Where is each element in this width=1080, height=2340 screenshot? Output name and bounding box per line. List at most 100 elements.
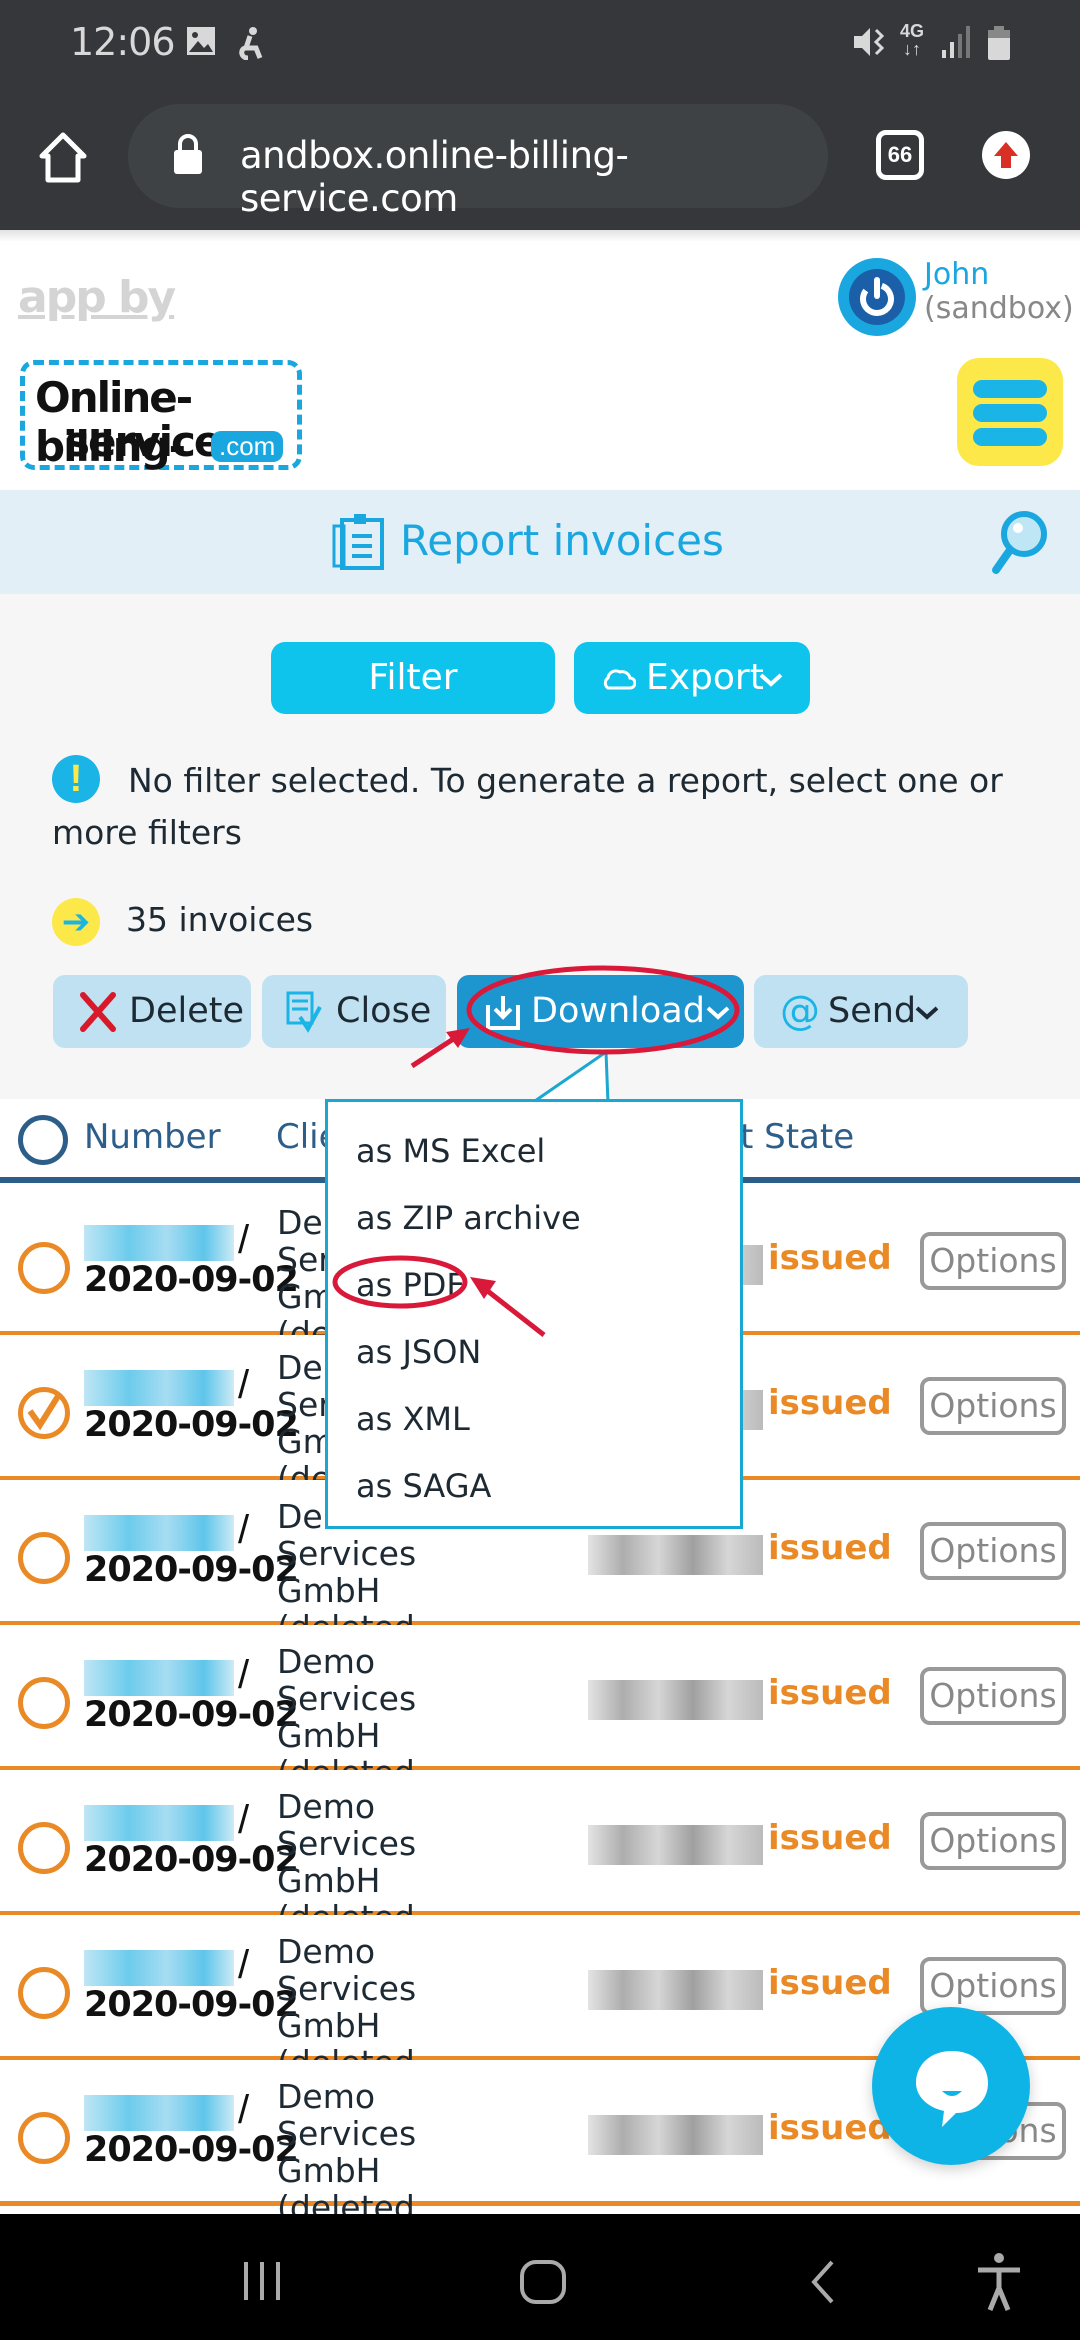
select-all-checkbox[interactable] [18, 1115, 68, 1165]
home-icon[interactable] [38, 132, 88, 184]
table-row[interactable]: / 2020-09-02 Demo Services GmbH (deleted… [0, 1770, 1080, 1973]
url-bar[interactable]: andbox.online-billing-service.com [128, 104, 828, 220]
mute-vibrate-icon [854, 28, 885, 56]
invoice-date: 2020-09-02 [84, 1260, 299, 1300]
invoice-number-redacted[interactable] [84, 1805, 234, 1841]
status-bar: 12:06 4G ↓↑ [0, 0, 1080, 86]
download-button[interactable]: Download [457, 975, 744, 1048]
arrow-up-icon [994, 142, 1018, 168]
app-by-label: app by [18, 272, 176, 323]
invoice-number-redacted[interactable] [84, 1370, 234, 1406]
row-select-checkbox[interactable] [18, 1822, 70, 1874]
row-options-button[interactable]: Options [920, 1667, 1066, 1725]
invoice-number-redacted[interactable] [84, 1950, 234, 1986]
number-separator: / [238, 1508, 250, 1552]
android-nav-bar [0, 2214, 1080, 2340]
download-label: Download [531, 991, 705, 1031]
export-button[interactable]: Export [574, 642, 810, 714]
close-label: Close [336, 991, 432, 1031]
row-select-checkbox[interactable] [18, 1967, 70, 2019]
home-nav-icon[interactable] [518, 2258, 568, 2306]
invoice-number-redacted[interactable] [84, 1225, 234, 1261]
row-select-checkbox[interactable] [18, 1677, 70, 1729]
browser-toolbar: andbox.online-billing-service.com 66 [0, 86, 1080, 230]
user-environment: (sandbox) [924, 291, 1074, 326]
search-icon[interactable] [990, 510, 1050, 576]
number-separator: / [238, 2088, 250, 2132]
invoice-count: 35 invoices [126, 900, 314, 939]
download-as-xml[interactable]: as XML [356, 1400, 470, 1438]
tab-switcher-button[interactable]: 66 [876, 130, 924, 180]
power-icon [849, 269, 905, 325]
row-select-checkbox[interactable] [18, 1242, 70, 1294]
update-button[interactable] [982, 131, 1030, 179]
check-icon [27, 1391, 63, 1431]
menu-bar-icon [973, 380, 1047, 398]
row-select-checkbox[interactable] [18, 2112, 70, 2164]
invoice-date: 2020-09-02 [84, 1550, 299, 1590]
chat-button[interactable] [872, 2007, 1030, 2165]
delete-button[interactable]: Delete [53, 975, 251, 1048]
download-as-excel[interactable]: as MS Excel [356, 1132, 545, 1170]
back-icon[interactable] [808, 2258, 838, 2306]
lock-icon [174, 134, 202, 174]
column-header-number[interactable]: Number [84, 1117, 221, 1157]
menu-bar-icon [973, 428, 1047, 446]
number-separator: / [238, 1218, 250, 1262]
dropdown-pointer [531, 1050, 610, 1105]
clipboard-icon [332, 514, 384, 570]
filter-button[interactable]: Filter [271, 642, 555, 714]
number-separator: / [238, 1653, 250, 1697]
row-options-button[interactable]: Options [920, 1232, 1066, 1290]
download-dropdown-menu: as MS Excel as ZIP archive as PDF as JSO… [325, 1099, 743, 1529]
send-label: Send [828, 991, 917, 1031]
invoice-state: issued [768, 1673, 892, 1713]
row-select-checkbox[interactable] [18, 1532, 70, 1584]
download-as-pdf[interactable]: as PDF [356, 1266, 465, 1304]
url-text[interactable]: andbox.online-billing-service.com [240, 134, 828, 220]
export-label: Export [646, 657, 764, 698]
user-avatar[interactable] [838, 258, 916, 336]
chat-bubble-icon [916, 2051, 988, 2127]
user-name[interactable]: John [924, 258, 989, 292]
x-icon [80, 992, 116, 1032]
number-separator: / [238, 1943, 250, 1987]
row-options-button[interactable]: Options [920, 1522, 1066, 1580]
invoice-date: 2020-09-02 [84, 2130, 299, 2170]
row-options-button[interactable]: Options [920, 1377, 1066, 1435]
logo-line-2: service [65, 417, 222, 466]
chevron-down-icon [759, 673, 783, 687]
row-options-button[interactable]: Options [920, 1957, 1066, 2015]
download-as-zip[interactable]: as ZIP archive [356, 1199, 581, 1237]
invoice-date: 2020-09-02 [84, 1695, 299, 1735]
accessibility-icon[interactable] [974, 2252, 1024, 2312]
invoice-number-redacted[interactable] [84, 1515, 234, 1551]
column-header-state[interactable]: t State [740, 1117, 854, 1157]
invoice-amount-redacted [588, 1970, 763, 2010]
signal-icon [942, 26, 970, 58]
recent-apps-icon[interactable] [240, 2258, 286, 2304]
download-as-saga[interactable]: as SAGA [356, 1467, 491, 1505]
invoice-number-redacted[interactable] [84, 2095, 234, 2131]
close-button[interactable]: Close [262, 975, 446, 1048]
row-options-button[interactable]: Options [920, 1812, 1066, 1870]
invoice-state: issued [768, 1818, 892, 1858]
app-logo[interactable]: Online-billing- service .com [20, 360, 302, 471]
close-invoice-icon [286, 991, 322, 1033]
hamburger-menu-button[interactable] [957, 358, 1063, 466]
invoice-number-redacted[interactable] [84, 1660, 234, 1696]
battery-icon [988, 26, 1010, 60]
status-time: 12:06 [70, 20, 176, 64]
invoice-date: 2020-09-02 [84, 1405, 299, 1445]
table-row[interactable]: / 2020-09-02 Demo Services GmbH (deleted… [0, 1625, 1080, 1828]
invoice-state: issued [768, 1963, 892, 2003]
invoice-state: issued [768, 2108, 892, 2148]
page-title: Report invoices [400, 516, 724, 565]
accessibility-service-icon [239, 27, 263, 60]
invoice-state: issued [768, 1528, 892, 1568]
download-as-json[interactable]: as JSON [356, 1333, 481, 1371]
notice-text: No filter selected. To generate a report… [52, 755, 1052, 859]
arrow-right-icon: ➔ [52, 898, 100, 946]
row-select-checkbox[interactable] [18, 1387, 70, 1439]
send-button[interactable]: @ Send [754, 975, 968, 1048]
